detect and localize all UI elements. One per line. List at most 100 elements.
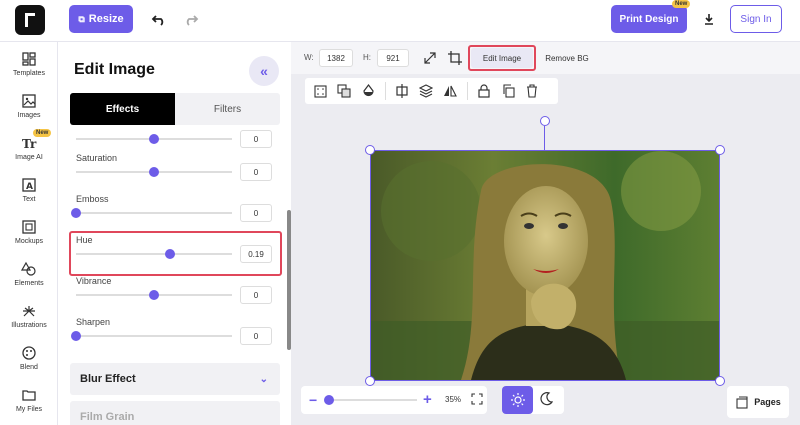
flip-icon[interactable] [441,82,459,100]
folder-icon [22,390,36,401]
resize-handle-tr[interactable] [715,145,725,155]
app-logo[interactable] [15,5,45,35]
nav-item-templates[interactable]: Templates [0,51,58,77]
remove-bg-button[interactable]: Remove BG [539,48,595,68]
print-design-button[interactable]: Print Design [611,5,687,33]
zoom-slider[interactable] [329,399,417,401]
pages-button[interactable]: Pages [727,386,789,418]
toolbar-divider [385,82,386,100]
nav-item-image-ai[interactable]: Tr Image AI [0,135,58,161]
text-ai-icon: Tr [22,137,37,151]
dark-mode-button[interactable] [539,392,554,411]
slider-value-input[interactable]: 0 [240,327,272,345]
slider-row: Emboss 0 [71,194,276,222]
resize-handle-br[interactable] [715,376,725,386]
pages-icon [736,396,748,409]
tab-filters[interactable]: Filters [175,93,280,125]
arrange-icon[interactable] [335,82,353,100]
collapse-panel-button[interactable]: « [249,56,279,86]
trash-icon[interactable] [523,82,541,100]
slider-thumb[interactable] [149,167,159,177]
nav-item-images[interactable]: Images [0,93,58,119]
selected-image[interactable] [365,145,725,386]
slider-track[interactable] [76,290,232,300]
panel-title: Edit Image [74,61,155,78]
illustrations-icon [23,306,35,317]
image-toolbar: W: 1382 H: 921 Edit Image Remove BG [291,42,800,74]
object-toolbar [305,78,558,104]
resize-handle-bl[interactable] [365,376,375,386]
slider-row: Sharpen 0 [71,317,276,345]
chevron-down-icon: ⌄ [259,373,268,385]
layers-icon[interactable] [417,82,435,100]
nav-item-text[interactable]: A Text [0,177,58,203]
slider-value-input[interactable]: 0 [240,130,272,148]
portrait-photo [371,151,719,380]
edit-image-panel: Edit Image « Effects Filters 0 Saturation… [58,42,290,425]
rotate-handle[interactable] [540,116,550,126]
film-grain-accordion[interactable]: Film Grain [70,401,280,425]
slider-value-input[interactable]: 0 [240,286,272,304]
zoom-bar: − + 35% [301,386,487,414]
moon-icon [540,392,554,406]
slider-value-input[interactable]: 0 [240,163,272,181]
print-new-badge: New [672,0,691,8]
templates-icon [22,52,36,66]
slider-track[interactable] [71,208,232,218]
nav-item-illustrations[interactable]: Illustrations [0,303,58,329]
fill-drop-icon[interactable] [359,82,377,100]
mockups-icon [22,220,36,234]
slider-thumb[interactable] [149,134,159,144]
nav-item-elements[interactable]: Elements [0,261,58,287]
left-nav: Templates Images Tr Image AI New A Text … [0,42,58,425]
slider-thumb[interactable] [71,331,81,341]
resize-icon: ⧉ [78,13,85,24]
rotate-handle-line [544,126,545,150]
theme-toggle [502,386,564,414]
slider-track[interactable] [76,134,232,144]
resize-handle-tl[interactable] [365,145,375,155]
redo-icon[interactable] [182,10,200,28]
nav-item-blend[interactable]: Blend [0,345,58,371]
zoom-slider-thumb[interactable] [324,395,334,405]
svg-text:A: A [26,182,33,192]
transparency-icon[interactable] [311,82,329,100]
zoom-out-icon[interactable]: − [309,392,317,408]
width-label: W: [304,53,314,62]
toolbar-divider [467,82,468,100]
resize-button[interactable]: ⧉ Resize [69,5,133,33]
slider-track[interactable] [71,331,232,341]
fit-screen-icon[interactable] [471,392,483,410]
expand-icon[interactable] [421,48,439,68]
nav-item-mockups[interactable]: Mockups [0,219,58,245]
crop-icon[interactable] [446,48,464,68]
double-chevron-left-icon: « [260,63,268,79]
undo-icon[interactable] [150,10,168,28]
height-label: H: [363,53,371,62]
light-mode-button[interactable] [502,386,533,414]
image-ai-new-badge: New [33,129,52,137]
align-icon[interactable] [393,82,411,100]
elements-icon [21,261,36,276]
palette-icon [22,346,36,360]
slider-thumb[interactable] [71,208,81,218]
duplicate-icon[interactable] [499,82,517,100]
slider-thumb[interactable] [149,290,159,300]
slider-value-input[interactable]: 0 [240,204,272,222]
svg-text:Tr: Tr [22,137,37,151]
tab-effects[interactable]: Effects [70,93,175,125]
sign-in-button[interactable]: Sign In [730,5,782,33]
width-input[interactable]: 1382 [319,49,353,67]
lock-icon[interactable] [475,82,493,100]
download-icon[interactable] [700,10,718,28]
canvas-area: W: 1382 H: 921 Edit Image Remove BG − + … [291,42,800,425]
sun-icon [510,393,525,407]
nav-item-my-files[interactable]: My Files [0,387,58,413]
text-icon: A [22,178,36,192]
blur-effect-accordion[interactable]: Blur Effect ⌄ [70,363,280,395]
image-icon [22,94,36,108]
slider-track[interactable] [76,167,232,177]
height-input[interactable]: 921 [377,49,409,67]
zoom-in-icon[interactable]: + [423,391,432,408]
zoom-value: 35% [445,395,462,404]
